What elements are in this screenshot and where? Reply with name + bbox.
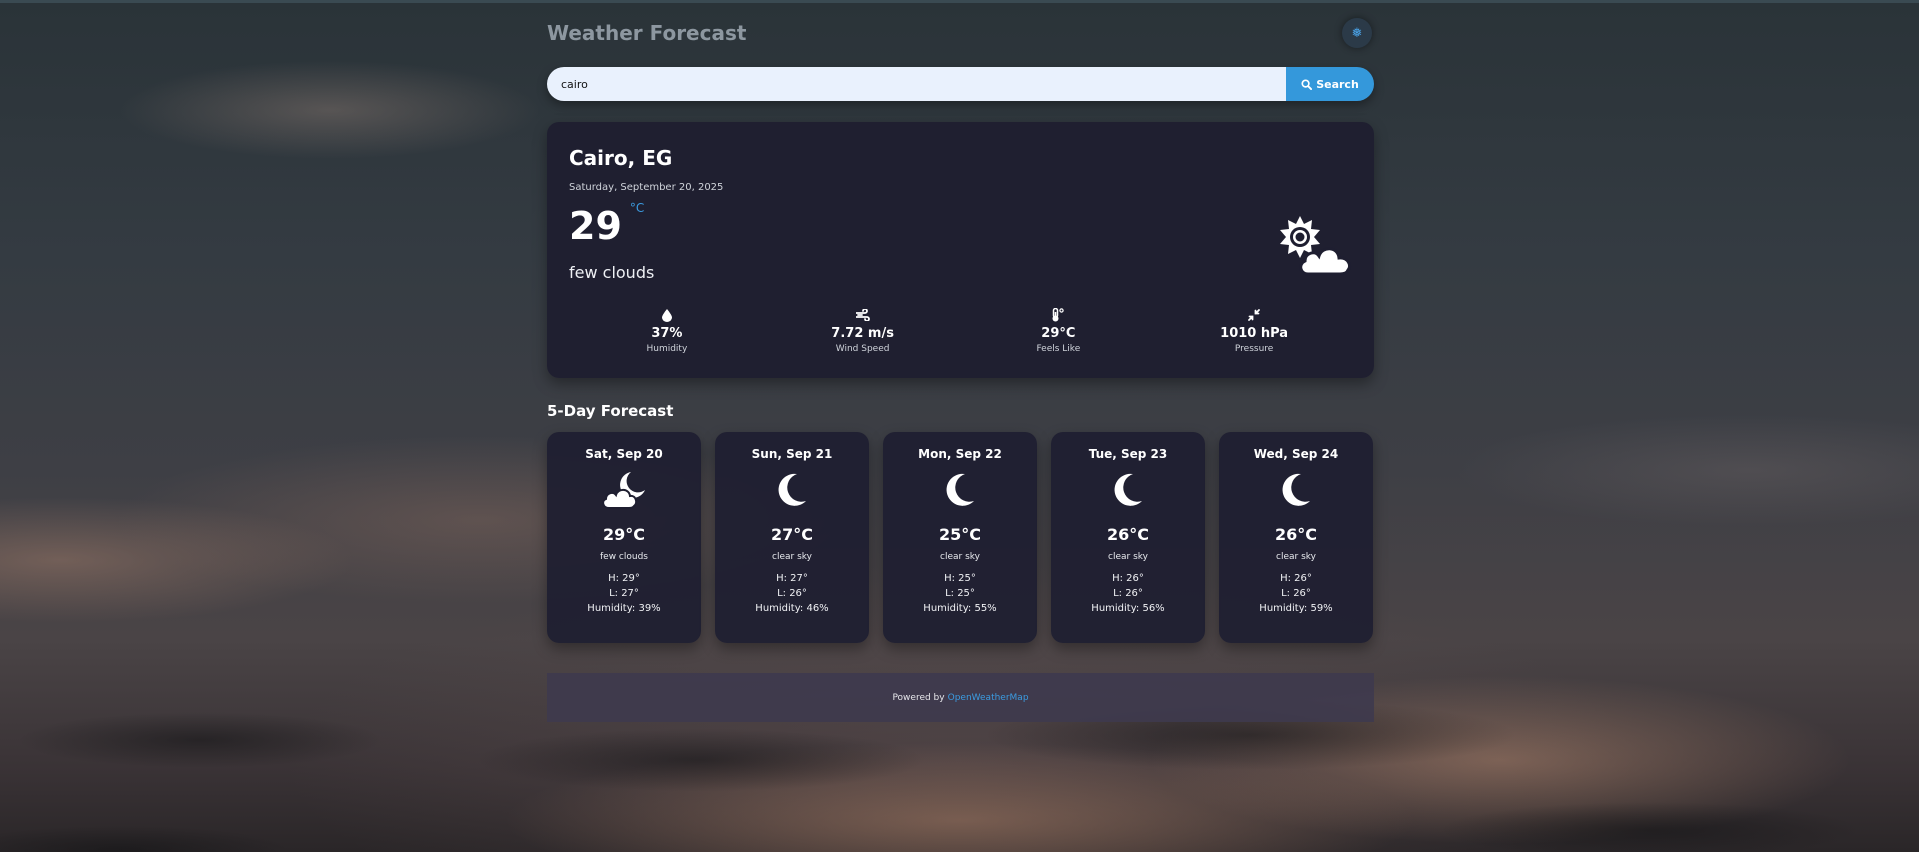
snowflake-icon: ❅ [1351,25,1363,41]
forecast-title: 5-Day Forecast [547,402,674,420]
stat-feels-like: 29°C Feels Like [963,308,1153,354]
forecast-low: L: 26° [777,588,807,599]
forecast-high: H: 26° [1112,573,1144,584]
droplet-icon [661,308,672,322]
openweathermap-link[interactable]: OpenWeatherMap [948,693,1029,703]
forecast-day-card: Sat, Sep 20 29°C few clouds H: 29° L: 27… [547,432,701,643]
forecast-high: H: 29° [608,573,640,584]
header: Weather Forecast ❅ [547,16,1374,50]
moon-icon [1282,473,1310,506]
forecast-temp: 25°C [938,525,981,544]
thermometer-icon [1052,308,1065,322]
temperature-row: 29 °C [569,201,1352,251]
forecast-humidity: Humidity: 39% [587,603,661,614]
search-button[interactable]: Search [1286,67,1374,101]
theme-toggle-button[interactable]: ❅ [1342,18,1372,48]
forecast-low: L: 26° [1281,588,1311,599]
app-title: Weather Forecast [547,21,747,45]
pressure-value: 1010 hPa [1220,326,1289,341]
forecast-day-name: Wed, Sep 24 [1253,447,1339,461]
moon-cloud-icon [602,472,645,509]
moon-icon [778,473,806,506]
forecast-low: L: 27° [609,588,639,599]
current-date: Saturday, September 20, 2025 [569,182,724,193]
forecast-day-name: Mon, Sep 22 [918,447,1002,461]
compress-icon [1248,309,1261,321]
search-button-label: Search [1316,77,1359,91]
feels-like-value: 29°C [1041,326,1076,341]
forecast-temp: 29°C [602,525,645,544]
search-bar: Search [547,67,1374,101]
forecast-desc: clear sky [1108,552,1148,562]
moon-icon [1114,473,1142,506]
forecast-day-card: Wed, Sep 24 26°C clear sky H: 26° L: 26°… [1219,432,1373,643]
stat-wind: 7.72 m/s Wind Speed [768,308,958,354]
footer-prefix: Powered by [892,692,945,703]
forecast-day-name: Sun, Sep 21 [751,447,833,461]
location-name: Cairo, EG [569,146,673,170]
stat-pressure: 1010 hPa Pressure [1159,308,1349,354]
feels-like-label: Feels Like [1036,344,1081,354]
humidity-value: 37% [651,326,683,341]
forecast-temp: 26°C [1106,525,1149,544]
search-icon [1301,78,1313,90]
forecast-day-name: Tue, Sep 23 [1088,447,1168,461]
app-container: Weather Forecast ❅ Search Cairo, EG Satu… [547,16,1374,722]
search-input[interactable] [547,67,1286,101]
forecast-high: H: 25° [944,573,976,584]
forecast-humidity: Humidity: 59% [1259,603,1333,614]
forecast-high: H: 26° [1280,573,1312,584]
forecast-low: L: 25° [945,588,975,599]
forecast-humidity: Humidity: 55% [923,603,997,614]
footer: Powered by OpenWeatherMap [547,673,1374,722]
forecast-desc: clear sky [1276,552,1316,562]
weather-stats: 37% Humidity 7.72 m/s Wind Speed 29°C Fe… [569,308,1352,354]
forecast-list: Sat, Sep 20 29°C few clouds H: 29° L: 27… [547,432,1374,643]
wind-speed-value: 7.72 m/s [831,326,894,341]
temperature-unit: °C [629,201,645,215]
forecast-desc: clear sky [772,552,812,562]
forecast-temp: 27°C [770,525,813,544]
forecast-day-card: Mon, Sep 22 25°C clear sky H: 25° L: 25°… [883,432,1037,643]
sun-cloud-icon [1280,216,1352,276]
forecast-temp: 26°C [1274,525,1317,544]
forecast-humidity: Humidity: 46% [755,603,829,614]
forecast-high: H: 27° [776,573,808,584]
weather-description: few clouds [569,263,655,282]
current-temperature: 29 [569,204,622,248]
forecast-day-card: Tue, Sep 23 26°C clear sky H: 26° L: 26°… [1051,432,1205,643]
current-weather-card: Cairo, EG Saturday, September 20, 2025 2… [547,122,1374,378]
forecast-humidity: Humidity: 56% [1091,603,1165,614]
forecast-low: L: 26° [1113,588,1143,599]
pressure-label: Pressure [1234,344,1274,354]
forecast-day-card: Sun, Sep 21 27°C clear sky H: 27° L: 26°… [715,432,869,643]
wind-speed-label: Wind Speed [835,344,890,354]
forecast-day-name: Sat, Sep 20 [585,447,663,461]
forecast-desc: few clouds [600,552,648,562]
stat-humidity: 37% Humidity [572,308,762,354]
humidity-label: Humidity [646,344,688,354]
moon-icon [946,473,974,506]
forecast-desc: clear sky [940,552,980,562]
wind-icon [855,309,870,321]
